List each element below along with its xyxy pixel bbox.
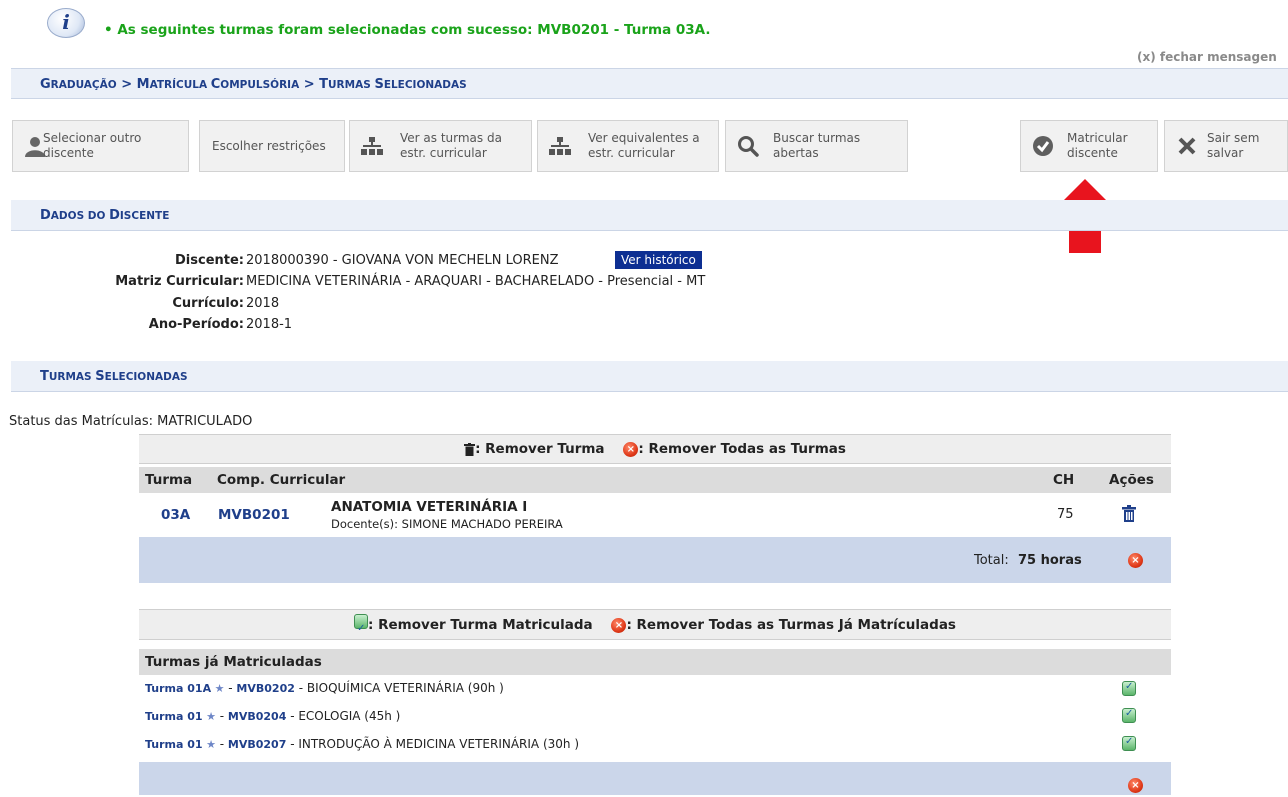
teachers: Docente(s): SIMONE MACHADO PEREIRA [331,517,563,531]
col-comp-curricular: Comp. Curricular [217,472,346,488]
total-label: Total: [974,553,1009,568]
selected-classes-section-header: TURMAS SELECIONADAS [11,361,1288,392]
select-other-student-button[interactable]: Selecionar outro discente [12,120,189,172]
component-code-link[interactable]: MVB0207 [228,738,286,751]
class-link[interactable]: Turma 01 [145,710,203,723]
col-ch: CH [1053,472,1075,488]
total-value: 75 horas [1018,553,1082,568]
close-message-link[interactable]: (x) fechar mensagen [1137,50,1277,64]
col-acoes: Ações [1109,472,1154,488]
year-period-value: 2018-1 [246,317,293,332]
component-code-link[interactable]: MVB0202 [236,682,294,695]
remove-enrolled-icon[interactable] [1122,708,1136,723]
remove-enrolled-icon[interactable] [1122,681,1136,696]
enrolled-table-header: Turmas já Matriculadas [139,649,1171,675]
remove-all-selected-icon[interactable]: × [1128,553,1143,568]
curricular-matrix-value: MEDICINA VETERINÁRIA - ARAQUARI - BACHAR… [246,274,706,289]
search-open-classes-button[interactable]: Buscar turmas abertas [725,120,908,172]
enroll-student-button[interactable]: Matricular discente [1020,120,1158,172]
curricular-matrix-label: Matriz Curricular: [115,274,244,289]
student-data-section-header: DADOS DO DISCENTE [11,200,1288,231]
info-icon: i [47,8,85,38]
sitemap-icon [361,137,383,155]
view-curricular-classes-button[interactable]: Ver as turmas da estr. curricular [349,120,532,172]
component-name: ANATOMIA VETERINÁRIA I [331,499,528,515]
enrolled-classes-table: : Remover Turma Matriculada ×: Remover T… [139,609,1171,795]
breadcrumb: GRADUAÇÃO > MATRÍCULA COMPULSÓRIA > TURM… [11,68,1288,99]
class-link[interactable]: Turma 01 [145,738,203,751]
choose-restrictions-button[interactable]: Escolher restrições [199,120,345,172]
remove-all-icon: × [623,441,639,457]
remove-enrolled-icon[interactable] [1122,736,1136,751]
component-desc: - ECOLOGIA (45h ) [286,709,401,723]
enrolled-header-title: Turmas já Matriculadas [145,654,322,670]
student-data-title: DADOS DO DISCENTE [40,208,170,223]
sitemap-icon [549,137,571,155]
recycle-bin-icon [354,614,369,644]
component-desc: - INTRODUÇÃO À MEDICINA VETERINÁRIA (30h… [286,737,579,751]
selected-legend: : Remover Turma ×: Remover Todas as Turm… [139,434,1171,464]
selected-table-header: Turma Comp. Curricular CH Ações [139,467,1171,493]
selected-classes-title: TURMAS SELECIONADAS [40,369,188,384]
list-item: Turma 01A ★ - MVB0202 - BIOQUÍMICA VETER… [145,681,504,695]
workload: 75 [1057,507,1074,522]
curriculum-label: Currículo: [172,296,244,311]
trash-icon[interactable] [1122,505,1136,522]
selected-classes-table: : Remover Turma ×: Remover Todas as Turm… [139,434,1171,583]
trash-icon [464,442,476,456]
star-icon: ★ [211,682,225,695]
student-label: Discente: [175,253,244,268]
enrollment-status: Status das Matrículas: MATRICULADO [9,414,253,429]
component-code-link[interactable]: MVB0201 [218,507,290,523]
remove-all-enrolled-icon[interactable]: × [1128,778,1143,793]
component-code-link[interactable]: MVB0204 [228,710,286,723]
student-value: 2018000390 - GIOVANA VON MECHELN LORENZ [246,253,559,268]
table-row: 03A MVB0201 ANATOMIA VETERINÁRIA I Docen… [139,493,1171,537]
component-desc: - BIOQUÍMICA VETERINÁRIA (90h ) [294,681,504,695]
star-icon: ★ [202,710,216,723]
remove-all-icon: × [611,617,627,633]
breadcrumb-text: GRADUAÇÃO > MATRÍCULA COMPULSÓRIA > TURM… [40,77,467,92]
close-icon [1178,137,1196,155]
star-icon: ★ [202,738,216,751]
curriculum-value: 2018 [246,296,280,311]
selected-table-footer: Total: 75 horas × [139,537,1171,583]
class-link[interactable]: Turma 01A [145,682,211,695]
enrolled-table-footer: × [139,762,1171,795]
check-circle-icon [1033,136,1053,156]
exit-without-saving-button[interactable]: Sair sem salvar [1164,120,1288,172]
list-item: Turma 01 ★ - MVB0207 - INTRODUÇÃO À MEDI… [145,737,579,751]
list-item: Turma 01 ★ - MVB0204 - ECOLOGIA (45h ) [145,709,401,723]
enrolled-rows: Turma 01A ★ - MVB0202 - BIOQUÍMICA VETER… [139,675,1171,762]
enrolled-legend: : Remover Turma Matriculada ×: Remover T… [139,609,1171,644]
view-equivalents-button[interactable]: Ver equivalentes a estr. curricular [537,120,719,172]
view-history-button[interactable]: Ver histórico [615,251,702,269]
class-code-link[interactable]: 03A [161,507,190,523]
success-message: • As seguintes turmas foram selecionadas… [104,22,711,38]
col-turma: Turma [145,472,193,488]
year-period-label: Ano-Período: [148,317,244,332]
search-icon [738,136,759,157]
